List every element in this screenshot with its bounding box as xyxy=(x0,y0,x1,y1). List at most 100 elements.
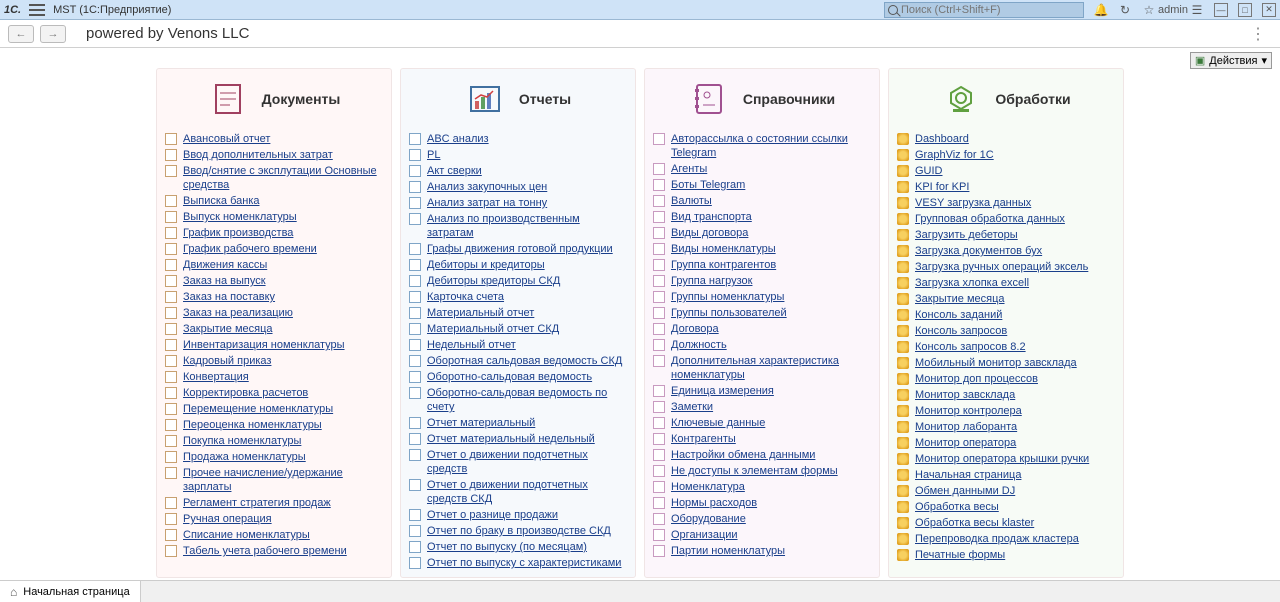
item-link[interactable]: Консоль заданий xyxy=(915,308,1002,322)
item-link[interactable]: Движения кассы xyxy=(183,258,267,272)
item-link[interactable]: GraphViz for 1C xyxy=(915,148,994,162)
menu-icon[interactable] xyxy=(29,4,45,16)
item-link[interactable]: Обмен данными DJ xyxy=(915,484,1015,498)
item-link[interactable]: Агенты xyxy=(671,162,707,176)
item-link[interactable]: Валюты xyxy=(671,194,712,208)
item-link[interactable]: Загрузка документов бух xyxy=(915,244,1042,258)
item-link[interactable]: Монитор контролера xyxy=(915,404,1022,418)
item-link[interactable]: Мобильный монитор завсклада xyxy=(915,356,1077,370)
item-link[interactable]: Закрытие месяца xyxy=(915,292,1005,306)
maximize-button[interactable]: □ xyxy=(1238,3,1252,17)
item-link[interactable]: Корректировка расчетов xyxy=(183,386,308,400)
item-link[interactable]: Ввод дополнительных затрат xyxy=(183,148,333,162)
item-link[interactable]: Обработка весы xyxy=(915,500,999,514)
item-link[interactable]: Вид транспорта xyxy=(671,210,752,224)
item-link[interactable]: Номенклатура xyxy=(671,480,745,494)
item-link[interactable]: Печатные формы xyxy=(915,548,1005,562)
item-link[interactable]: Загрузка хлопка excell xyxy=(915,276,1029,290)
item-link[interactable]: Отчет по браку в производстве СКД xyxy=(427,524,611,538)
item-link[interactable]: Ввод/снятие с эксплутации Основные средс… xyxy=(183,164,383,192)
item-link[interactable]: Анализ по производственным затратам xyxy=(427,212,627,240)
item-link[interactable]: Монитор оператора крышки ручки xyxy=(915,452,1089,466)
minimize-button[interactable]: — xyxy=(1214,3,1228,17)
history-icon[interactable]: ↻ xyxy=(1118,3,1132,17)
item-link[interactable]: Кадровый приказ xyxy=(183,354,271,368)
item-link[interactable]: Прочее начисление/удержание зарплаты xyxy=(183,466,383,494)
item-link[interactable]: Группы номенклатуры xyxy=(671,290,784,304)
back-button[interactable]: ← xyxy=(8,25,34,43)
item-link[interactable]: Отчет по выпуску (по месяцам) xyxy=(427,540,587,554)
item-link[interactable]: Авторассылка о состоянии ссылки Telegram xyxy=(671,132,871,160)
item-link[interactable]: Виды номенклатуры xyxy=(671,242,776,256)
item-link[interactable]: Договора xyxy=(671,322,719,336)
close-button[interactable]: ✕ xyxy=(1262,3,1276,17)
item-link[interactable]: Выпуск номенклатуры xyxy=(183,210,297,224)
item-link[interactable]: Монитор доп процессов xyxy=(915,372,1038,386)
item-link[interactable]: Дополнительная характеристика номенклату… xyxy=(671,354,871,382)
item-link[interactable]: Заметки xyxy=(671,400,713,414)
item-link[interactable]: Акт сверки xyxy=(427,164,482,178)
item-link[interactable]: Отчет о разнице продажи xyxy=(427,508,558,522)
item-link[interactable]: Загрузить дебеторы xyxy=(915,228,1018,242)
item-link[interactable]: Дебиторы кредиторы СКД xyxy=(427,274,560,288)
item-link[interactable]: Загрузка ручных операций эксель xyxy=(915,260,1088,274)
item-link[interactable]: Дебиторы и кредиторы xyxy=(427,258,545,272)
forward-button[interactable]: → xyxy=(40,25,66,43)
item-link[interactable]: Перемещение номенклатуры xyxy=(183,402,333,416)
item-link[interactable]: Заказ на выпуск xyxy=(183,274,266,288)
global-search[interactable] xyxy=(884,2,1084,18)
bell-icon[interactable]: 🔔 xyxy=(1094,3,1108,17)
item-link[interactable]: Продажа номенклатуры xyxy=(183,450,306,464)
item-link[interactable]: Групповая обработка данных xyxy=(915,212,1065,226)
item-link[interactable]: Консоль запросов xyxy=(915,324,1007,338)
item-link[interactable]: Отчет материальный xyxy=(427,416,535,430)
item-link[interactable]: Инвентаризация номенклатуры xyxy=(183,338,345,352)
item-link[interactable]: Недельный отчет xyxy=(427,338,516,352)
item-link[interactable]: Единица измерения xyxy=(671,384,774,398)
item-link[interactable]: Выписка банка xyxy=(183,194,259,208)
settings-icon[interactable]: ☰ xyxy=(1190,3,1204,17)
item-link[interactable]: Анализ закупочных цен xyxy=(427,180,547,194)
item-link[interactable]: Переоценка номенклатуры xyxy=(183,418,322,432)
item-link[interactable]: Отчет о движении подотчетных средств xyxy=(427,448,627,476)
item-link[interactable]: Материальный отчет xyxy=(427,306,534,320)
item-link[interactable]: Оборудование xyxy=(671,512,746,526)
item-link[interactable]: Регламент стратегия продаж xyxy=(183,496,331,510)
item-link[interactable]: Не доступы к элементам формы xyxy=(671,464,838,478)
item-link[interactable]: Организации xyxy=(671,528,738,542)
item-link[interactable]: KPI for KPI xyxy=(915,180,969,194)
item-link[interactable]: Списание номенклатуры xyxy=(183,528,310,542)
item-link[interactable]: Начальная страница xyxy=(915,468,1021,482)
item-link[interactable]: График рабочего времени xyxy=(183,242,317,256)
item-link[interactable]: Закрытие месяца xyxy=(183,322,273,336)
item-link[interactable]: Отчет о движении подотчетных средств СКД xyxy=(427,478,627,506)
item-link[interactable]: Конвертация xyxy=(183,370,249,384)
item-link[interactable]: Анализ затрат на тонну xyxy=(427,196,547,210)
item-link[interactable]: PL xyxy=(427,148,440,162)
item-link[interactable]: Оборотно-сальдовая ведомость xyxy=(427,370,592,384)
item-link[interactable]: Группа контрагентов xyxy=(671,258,776,272)
item-link[interactable]: Монитор оператора xyxy=(915,436,1016,450)
item-link[interactable]: Боты Telegram xyxy=(671,178,745,192)
item-link[interactable]: Табель учета рабочего времени xyxy=(183,544,347,558)
user-label[interactable]: admin xyxy=(1166,3,1180,17)
item-link[interactable]: Контрагенты xyxy=(671,432,736,446)
item-link[interactable]: Должность xyxy=(671,338,727,352)
item-link[interactable]: Консоль запросов 8.2 xyxy=(915,340,1026,354)
item-link[interactable]: Карточка счета xyxy=(427,290,504,304)
item-link[interactable]: Заказ на реализацию xyxy=(183,306,293,320)
item-link[interactable]: Обработка весы klaster xyxy=(915,516,1034,530)
more-menu-icon[interactable]: ⋮ xyxy=(1244,24,1272,44)
item-link[interactable]: Ручная операция xyxy=(183,512,272,526)
item-link[interactable]: Dashboard xyxy=(915,132,969,146)
star-icon[interactable]: ☆ xyxy=(1142,3,1156,17)
item-link[interactable]: Группа нагрузок xyxy=(671,274,752,288)
item-link[interactable]: Монитор завсклада xyxy=(915,388,1015,402)
item-link[interactable]: Графы движения готовой продукции xyxy=(427,242,613,256)
item-link[interactable]: Партии номенклатуры xyxy=(671,544,785,558)
item-link[interactable]: Отчет по выпуску с характеристиками xyxy=(427,556,621,570)
item-link[interactable]: VESY загрузка данных xyxy=(915,196,1031,210)
item-link[interactable]: Заказ на поставку xyxy=(183,290,275,304)
item-link[interactable]: Монитор лаборанта xyxy=(915,420,1017,434)
tab-home[interactable]: ⌂ Начальная страница xyxy=(0,581,141,602)
